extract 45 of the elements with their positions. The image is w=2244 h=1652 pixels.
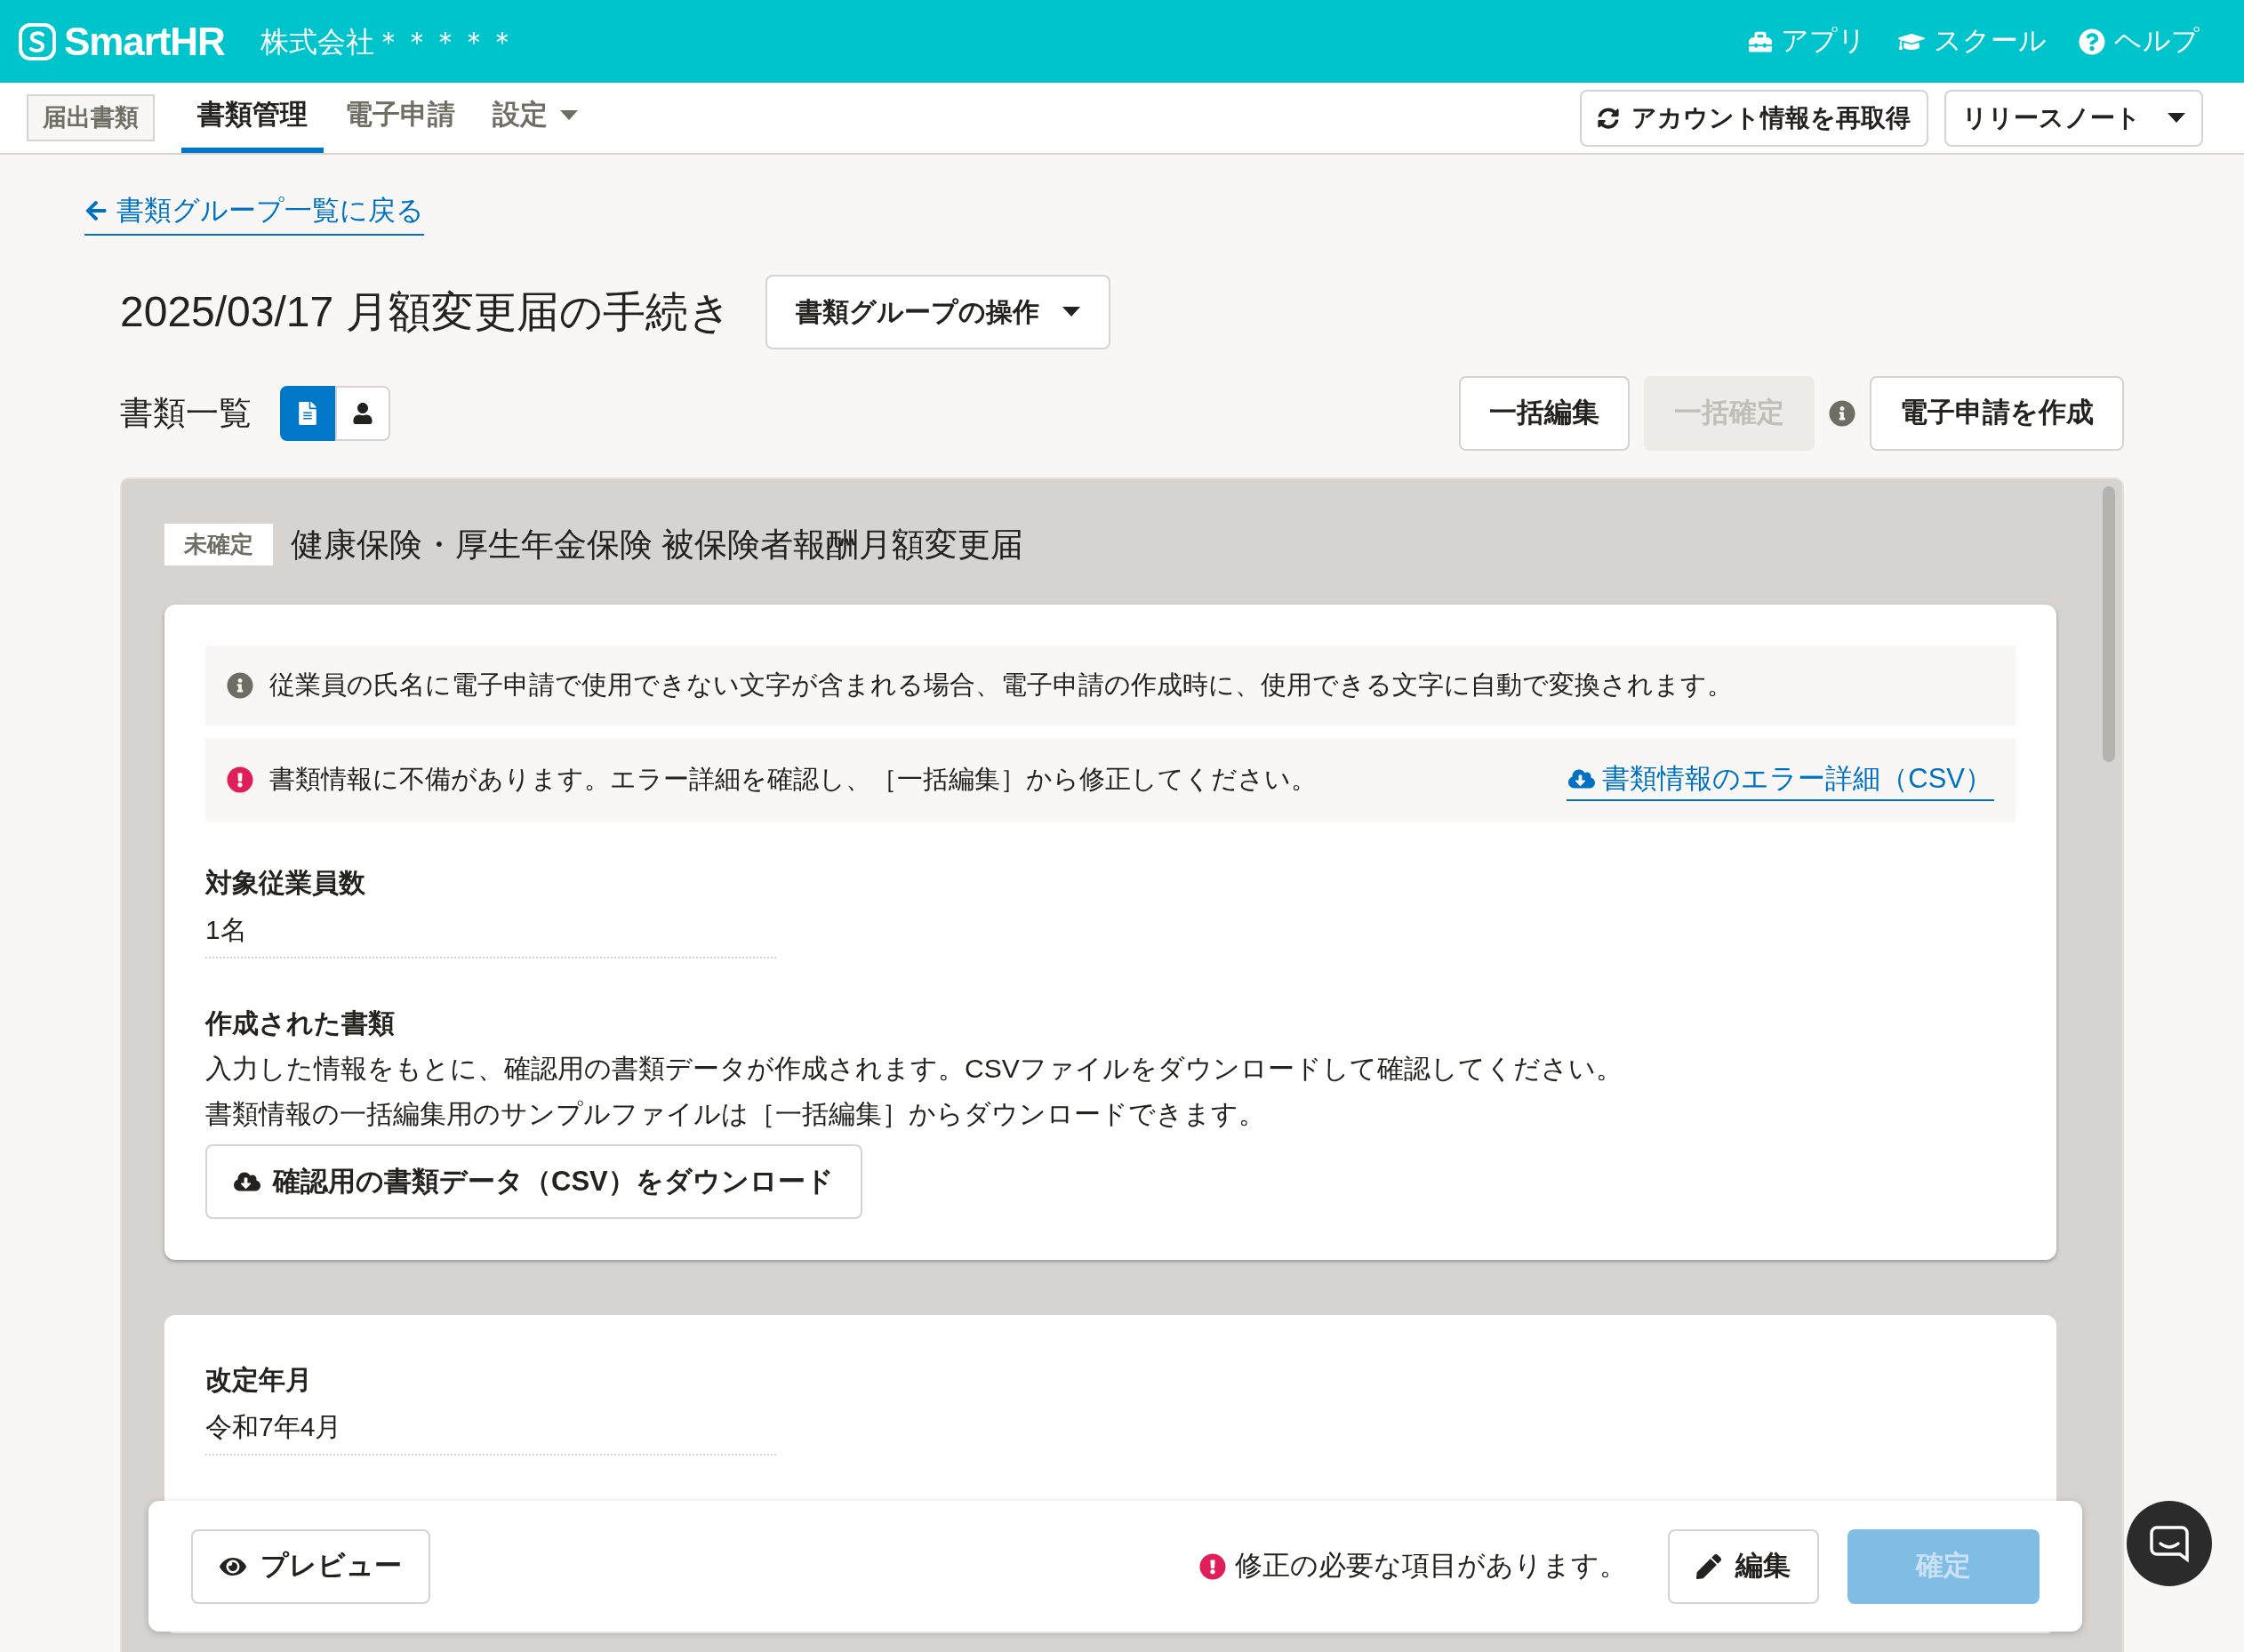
nav-tab[interactable]: 書類管理	[181, 83, 324, 153]
error-icon	[1199, 1552, 1226, 1580]
arrow-left-icon	[84, 199, 108, 223]
nav-tab[interactable]: 設定	[477, 83, 594, 153]
field-value: 1名	[205, 914, 248, 946]
person-icon	[352, 402, 373, 424]
notice-text: 書類情報に不備があります。エラー詳細を確認し、［一括編集］から修正してください。	[269, 764, 1317, 796]
scrollbar-thumb[interactable]	[2103, 485, 2115, 762]
group-menu-button[interactable]: 書類グループの操作	[765, 274, 1110, 349]
section-label: 作成された書類	[205, 1007, 396, 1039]
company-name: 株式会社＊＊＊＊＊	[260, 24, 517, 60]
notice-text: 従業員の氏名に電子申請で使用できない文字が含まれる場合、電子申請の作成時に、使用できる文字に自動で変換されます。	[269, 670, 1733, 702]
logo-icon	[18, 21, 57, 61]
description-text: 書類情報の一括編集用のサンプルファイルは［一括編集］からダウンロードできます。	[205, 1098, 1266, 1130]
chat-icon	[2150, 1524, 2189, 1563]
list-title: 書類一覧	[120, 393, 252, 433]
field-value: 令和7年4月	[205, 1411, 343, 1443]
caret-icon	[1062, 307, 1080, 317]
back-link[interactable]: 書類グループ一覧に戻る	[84, 190, 424, 236]
refresh-icon	[1598, 107, 1619, 129]
field-label: 改定年月	[205, 1364, 313, 1396]
action-button[interactable]: 電子申請を作成	[1870, 375, 2124, 451]
error-icon	[227, 766, 253, 793]
pen-icon	[1696, 1553, 1721, 1579]
description-text: 入力した情報をもとに、確認用の書類データが作成されます。CSVファイルをダウンロードして確認してください。	[205, 1053, 1623, 1085]
error-csv-link[interactable]: 書類情報のエラー詳細（CSV）	[1567, 758, 1994, 802]
edit-button[interactable]: 編集	[1668, 1528, 1819, 1604]
preview-button[interactable]: プレビュー	[191, 1528, 430, 1604]
caret-icon	[2168, 113, 2185, 123]
status-badge: 未確定	[164, 523, 273, 565]
field-label: 対象従業員数	[205, 867, 366, 899]
document-icon	[298, 401, 317, 425]
document-title: 健康保険・厚生年金保険 被保険者報酬月額変更届	[291, 525, 1024, 565]
action-button[interactable]: 一括編集	[1459, 375, 1630, 451]
view-toggle[interactable]	[280, 385, 335, 441]
error-message: 修正の必要な項目があります。	[1235, 1549, 1627, 1584]
download-button[interactable]: 確認用の書類データ（CSV）をダウンロード	[205, 1144, 862, 1219]
nav-button[interactable]: アカウント情報を再取得	[1580, 89, 1928, 147]
help-icon	[2079, 28, 2105, 55]
page-title: 2025/03/17 月額変更届の手続き	[120, 286, 732, 337]
section-label: 届出書類	[27, 94, 155, 141]
info-icon	[227, 672, 253, 699]
toolbox-icon	[1749, 29, 1772, 53]
nav-button[interactable]: リリースノート	[1944, 89, 2203, 147]
nav-tab[interactable]: 電子申請	[329, 83, 471, 153]
